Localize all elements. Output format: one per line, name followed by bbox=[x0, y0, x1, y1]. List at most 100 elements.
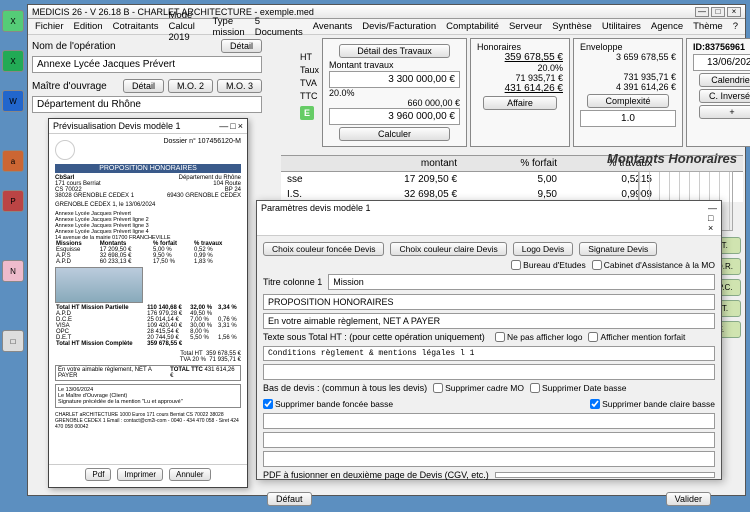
desktop-icon[interactable]: N bbox=[2, 260, 24, 282]
logo-icon bbox=[55, 140, 75, 160]
maximize-button[interactable]: □ bbox=[708, 213, 717, 223]
desktop-icon[interactable]: □ bbox=[2, 330, 24, 352]
detail-travaux-button[interactable]: Détail des Travaux bbox=[339, 44, 450, 58]
bas-devis-input-3[interactable] bbox=[263, 451, 715, 467]
dossier-num: Dossier n° 107456120-M bbox=[163, 138, 241, 145]
imprimer-button[interactable]: Imprimer bbox=[117, 468, 163, 481]
taux-value: 20.0% bbox=[329, 88, 460, 98]
mo2-button[interactable]: M.O. 2 bbox=[168, 79, 213, 93]
reglement-input[interactable]: En votre aimable règlement, NET A PAYER bbox=[263, 313, 715, 329]
montant-travaux-input[interactable]: 3 300 000,00 € bbox=[329, 71, 460, 88]
e-badge[interactable]: E bbox=[300, 106, 314, 120]
supprimer-bande-foncee-checkbox[interactable]: Supprimer bande foncée basse bbox=[263, 399, 393, 409]
plus-button[interactable]: + bbox=[699, 105, 750, 119]
pdf-button[interactable]: Pdf bbox=[85, 468, 111, 481]
color-light-button[interactable]: Choix couleur claire Devis bbox=[390, 242, 506, 256]
tva-label: TVA 20 % bbox=[180, 357, 206, 363]
supprimer-cadre-mo-checkbox[interactable]: Supprimer cadre MO bbox=[433, 383, 524, 393]
bas-devis-input-1[interactable] bbox=[263, 413, 715, 429]
desktop-icon[interactable]: a bbox=[2, 150, 24, 172]
th bbox=[281, 156, 323, 171]
env-v3: 4 391 614,26 € bbox=[580, 82, 676, 92]
addr: 38028 GRENOBLE CEDEX 1 bbox=[55, 193, 134, 199]
th: montant bbox=[323, 156, 463, 171]
maximize-button[interactable]: □ bbox=[711, 7, 725, 17]
menu-item[interactable]: Cotraitants bbox=[108, 21, 164, 32]
affaire-button[interactable]: Affaire bbox=[483, 96, 556, 110]
preview-document: Dossier n° 107456120-M PROPOSITION HONOR… bbox=[49, 134, 247, 464]
total-ttc-label: TOTAL TTC bbox=[170, 367, 203, 373]
valider-button[interactable]: Valider bbox=[666, 492, 711, 506]
params-window: Paramètres devis modèle 1 — □ × Choix co… bbox=[256, 200, 722, 480]
calendrier-button[interactable]: Calendrier bbox=[699, 73, 750, 87]
bureau-etudes-checkbox[interactable]: Bureau d'Etudes bbox=[511, 260, 586, 270]
menu-item[interactable]: Agence bbox=[646, 21, 688, 32]
complexite-value[interactable]: 1.0 bbox=[580, 110, 676, 127]
bas-devis-label: Bas de devis : (commun à tous les devis) bbox=[263, 383, 427, 393]
honoraires-box: Honoraires 359 678,55 € 20.0% 71 935,71 … bbox=[470, 38, 570, 147]
menu-item[interactable]: Comptabilité bbox=[441, 21, 504, 32]
titlebar: MEDICIS 26 - V 26.18 B - CHARLET ARCHITE… bbox=[28, 5, 745, 19]
hono-v2: 20.0% bbox=[477, 63, 563, 73]
params-title: Paramètres devis modèle 1 bbox=[261, 203, 371, 233]
conditions-input[interactable]: Conditions règlement & mentions légales … bbox=[263, 346, 715, 361]
operation-input[interactable]: Annexe Lycée Jacques Prévert bbox=[32, 56, 262, 73]
mo-detail-button[interactable]: Détail bbox=[123, 79, 164, 93]
mo3-button[interactable]: M.O. 3 bbox=[217, 79, 262, 93]
mention-forfait-checkbox[interactable]: Afficher mention forfait bbox=[588, 332, 685, 342]
minimize-button[interactable]: — bbox=[695, 7, 709, 17]
id-label: ID:83756961 bbox=[693, 42, 750, 52]
menu-item[interactable]: Fichier bbox=[30, 21, 69, 32]
menu-item[interactable]: Devis/Facturation bbox=[357, 21, 441, 32]
color-dark-button[interactable]: Choix couleur foncée Devis bbox=[263, 242, 384, 256]
cabinet-assistance-checkbox[interactable]: Cabinet d'Assistance à la MO bbox=[592, 260, 715, 270]
menu-item[interactable]: Synthèse bbox=[547, 21, 597, 32]
minimize-button[interactable]: — bbox=[219, 121, 228, 131]
menu-item[interactable]: ? bbox=[728, 21, 743, 32]
desktop-icon[interactable]: X bbox=[2, 10, 24, 32]
detail-button[interactable]: Détail bbox=[221, 39, 262, 53]
titre-colonne-input[interactable]: Mission bbox=[328, 274, 715, 290]
menu-item[interactable]: Thème bbox=[688, 21, 728, 32]
menu-item[interactable]: 5 Documents bbox=[250, 16, 308, 38]
proposition-input[interactable]: PROPOSITION HONORAIRES bbox=[263, 294, 715, 310]
menu-item[interactable]: Type mission bbox=[208, 16, 250, 38]
close-button[interactable]: × bbox=[708, 223, 717, 233]
desktop-icon[interactable]: W bbox=[2, 90, 24, 112]
calculer-button[interactable]: Calculer bbox=[339, 127, 450, 141]
td: 17 209,50 € bbox=[323, 172, 463, 187]
desktop-icon[interactable]: P bbox=[2, 190, 24, 212]
supprimer-bande-claire-checkbox[interactable]: Supprimer bande claire basse bbox=[590, 399, 715, 409]
dept-input[interactable]: Département du Rhône bbox=[32, 96, 262, 113]
minimize-button[interactable]: — bbox=[708, 203, 717, 213]
menu-item[interactable]: Edition bbox=[69, 21, 108, 32]
operation-label: Nom de l'opération bbox=[32, 41, 116, 52]
dateline: GRENOBLE CEDEX 1, le 13/06/2024 bbox=[55, 202, 241, 208]
complexite-button[interactable]: Complexité bbox=[587, 94, 669, 108]
defaut-button[interactable]: Défaut bbox=[267, 492, 312, 506]
logo-devis-button[interactable]: Logo Devis bbox=[513, 242, 574, 256]
bas-devis-input-2[interactable] bbox=[263, 432, 715, 448]
hide-logo-checkbox[interactable]: Ne pas afficher logo bbox=[495, 332, 582, 342]
menu-item[interactable]: Avenants bbox=[308, 21, 357, 32]
close-button[interactable]: × bbox=[727, 7, 741, 17]
signature-devis-button[interactable]: Signature Devis bbox=[579, 242, 657, 256]
preview-title: Prévisualisation Devis modèle 1 bbox=[53, 121, 181, 131]
close-button[interactable]: × bbox=[238, 121, 243, 131]
extra-input-1[interactable] bbox=[263, 364, 715, 380]
pdf-merge-input[interactable] bbox=[495, 472, 715, 478]
env-v1: 3 659 678,55 € bbox=[580, 52, 676, 62]
desktop-icon[interactable]: X bbox=[2, 50, 24, 72]
supprimer-date-checkbox[interactable]: Supprimer Date basse bbox=[530, 383, 627, 393]
td: sse bbox=[281, 172, 323, 187]
menu-item[interactable]: Serveur bbox=[504, 21, 547, 32]
th: % forfait bbox=[463, 156, 563, 171]
enveloppe-title: Enveloppe bbox=[580, 42, 676, 52]
maximize-button[interactable]: □ bbox=[230, 121, 235, 131]
addr: 69430 GRENOBLE CEDEX bbox=[167, 193, 241, 199]
honoraires-title: Honoraires bbox=[477, 42, 563, 52]
c-inversee-button[interactable]: C. Inversée bbox=[699, 89, 750, 103]
annuler-button[interactable]: Annuler bbox=[169, 468, 211, 481]
date-input[interactable]: 13/06/2024 bbox=[693, 54, 750, 71]
menu-item[interactable]: Utilitaires bbox=[597, 21, 646, 32]
